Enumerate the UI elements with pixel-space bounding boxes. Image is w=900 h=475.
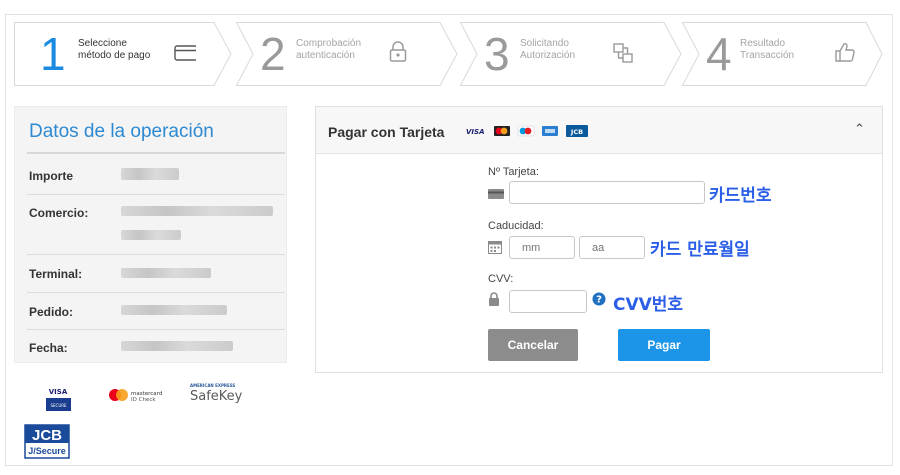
step-4: 4 Resultado Transacción	[682, 22, 884, 86]
step-progress: 1 Seleccione método de pago 2 Comprobaci…	[14, 22, 884, 86]
payment-header[interactable]: Pagar con Tarjeta VISA JCB ⌃	[316, 107, 882, 154]
operation-title: Datos de la operación	[29, 121, 214, 142]
step-3: 3 Solicitando Autorización	[460, 22, 682, 86]
calendar-icon	[488, 241, 502, 254]
visa-secure-logo: VISA SECURE	[46, 388, 71, 411]
step-1: 1 Seleccione método de pago	[14, 22, 232, 86]
card-brand-icons: VISA JCB	[466, 125, 588, 137]
payment-title: Pagar con Tarjeta	[328, 124, 445, 140]
cancel-button[interactable]: Cancelar	[488, 329, 578, 361]
redacted-fecha	[121, 341, 233, 351]
credit-card-icon	[488, 189, 504, 199]
jcb-top-text: JCB	[32, 427, 62, 444]
expiry-annotation: 카드 만료월일	[650, 240, 750, 260]
card-number-input[interactable]	[509, 181, 705, 204]
card-icon	[174, 45, 196, 61]
row-fecha: Fecha:	[27, 330, 285, 362]
label-comercio: Comercio:	[29, 206, 89, 220]
step-4-line1: Resultado	[740, 38, 786, 49]
step-3-line2: Autorización	[520, 50, 576, 61]
amex-top-text: AMERICAN EXPRESS	[190, 383, 235, 388]
redacted-importe	[121, 168, 179, 180]
visa-secure-bottom-text: SECURE	[50, 403, 67, 408]
step-2-number: 2	[260, 28, 286, 80]
label-terminal: Terminal:	[29, 267, 83, 281]
step-3-number: 3	[484, 28, 510, 80]
step-1-number: 1	[40, 28, 66, 80]
label-importe: Importe	[29, 169, 74, 183]
thumbs-up-icon	[835, 43, 855, 62]
step-4-label: Resultado Transacción	[740, 38, 830, 62]
cvv-label: CVV:	[488, 273, 514, 285]
id-check-text: ID Check	[131, 397, 156, 403]
cvv-annotation: CVV번호	[613, 295, 684, 315]
jcb-brand-text: JCB	[570, 128, 583, 136]
step-1-label: Seleccione método de pago	[78, 38, 168, 62]
title-divider	[27, 152, 285, 154]
jcb-secure-logo: JCB J/Secure	[24, 424, 70, 459]
step-3-line1: Solicitando	[520, 38, 569, 49]
row-pedido: Pedido:	[27, 293, 285, 330]
redacted-comercio-1	[121, 206, 273, 216]
amex-safekey-logo: AMERICAN EXPRESS SafeKey	[190, 383, 243, 404]
svg-text:?: ?	[596, 295, 602, 306]
lock-icon	[389, 41, 407, 62]
redacted-terminal	[121, 268, 211, 278]
row-comercio: Comercio:	[27, 195, 285, 255]
help-icon[interactable]: ?	[592, 292, 606, 306]
exchange-icon	[613, 43, 633, 63]
visa-secure-top-text: VISA	[49, 388, 68, 396]
step-1-line2: método de pago	[78, 50, 151, 61]
redacted-pedido	[121, 305, 227, 315]
jcb-bottom-text: J/Secure	[28, 446, 66, 456]
lock-field-icon	[489, 292, 499, 306]
safekey-text: SafeKey	[190, 389, 243, 404]
expiry-label: Caducidad:	[488, 220, 544, 232]
card-number-annotation: 카드번호	[709, 186, 772, 206]
cvv-input[interactable]	[509, 290, 587, 313]
step-1-line1: Seleccione	[78, 38, 127, 49]
expiry-month-input[interactable]	[509, 236, 575, 259]
step-2: 2 Comprobación autenticación	[236, 22, 458, 86]
mastercard-id-check-logo: mastercard ID Check	[109, 389, 162, 403]
payment-panel: Pagar con Tarjeta VISA JCB ⌃ Nº Tarjeta:…	[315, 106, 883, 373]
card-number-label: Nº Tarjeta:	[488, 166, 539, 178]
expiry-year-input[interactable]	[579, 236, 645, 259]
redacted-comercio-2	[121, 230, 181, 240]
step-2-line2: autenticación	[296, 50, 355, 61]
pay-button[interactable]: Pagar	[618, 329, 710, 361]
row-importe: Importe	[27, 157, 285, 195]
step-2-line1: Comprobación	[296, 38, 362, 49]
operation-data-card: Datos de la operación Importe Comercio: …	[14, 106, 287, 363]
step-4-number: 4	[706, 28, 732, 80]
visa-brand-text: VISA	[466, 128, 484, 136]
label-fecha: Fecha:	[29, 341, 68, 355]
row-terminal: Terminal:	[27, 255, 285, 293]
step-4-line2: Transacción	[740, 50, 795, 61]
chevron-up-icon[interactable]: ⌃	[854, 121, 865, 137]
label-pedido: Pedido:	[29, 305, 73, 319]
step-3-label: Solicitando Autorización	[520, 38, 610, 62]
step-2-label: Comprobación autenticación	[296, 38, 386, 62]
